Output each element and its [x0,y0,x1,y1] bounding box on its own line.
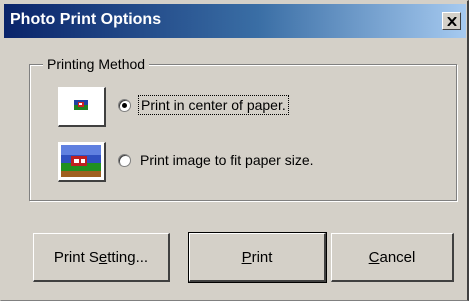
title-bar[interactable]: Photo Print Options [4,4,466,38]
print-setting-label-rest: tting... [107,248,149,266]
photo-print-options-dialog: Photo Print Options Printing Method Prin… [0,0,469,301]
print-mnemonic: P [241,248,252,266]
print-setting-mnemonic: e [98,248,108,266]
print-label-rest: rint [251,248,273,266]
print-setting-label-part: Print S [53,248,99,266]
cancel-label-rest: ancel [379,248,416,266]
option-print-center-label[interactable]: Print in center of paper. [138,95,289,115]
window-title: Photo Print Options [10,11,162,28]
close-button[interactable] [442,12,461,30]
option-fit-paper-label[interactable]: Print image to fit paper size. [140,152,314,168]
print-button[interactable]: Print [188,232,327,283]
close-icon [447,17,457,26]
radio-selected-dot [122,103,127,108]
print-setting-button[interactable]: Print Se tting... [33,233,170,282]
cancel-button[interactable]: Cancel [331,233,454,282]
radio-fit-paper[interactable] [118,154,131,167]
center-print-thumbnail-icon [58,87,106,127]
fit-print-thumbnail-icon [58,142,106,182]
cancel-mnemonic: C [368,248,380,266]
radio-print-center[interactable] [118,99,131,112]
printing-method-label: Printing Method [43,56,150,72]
